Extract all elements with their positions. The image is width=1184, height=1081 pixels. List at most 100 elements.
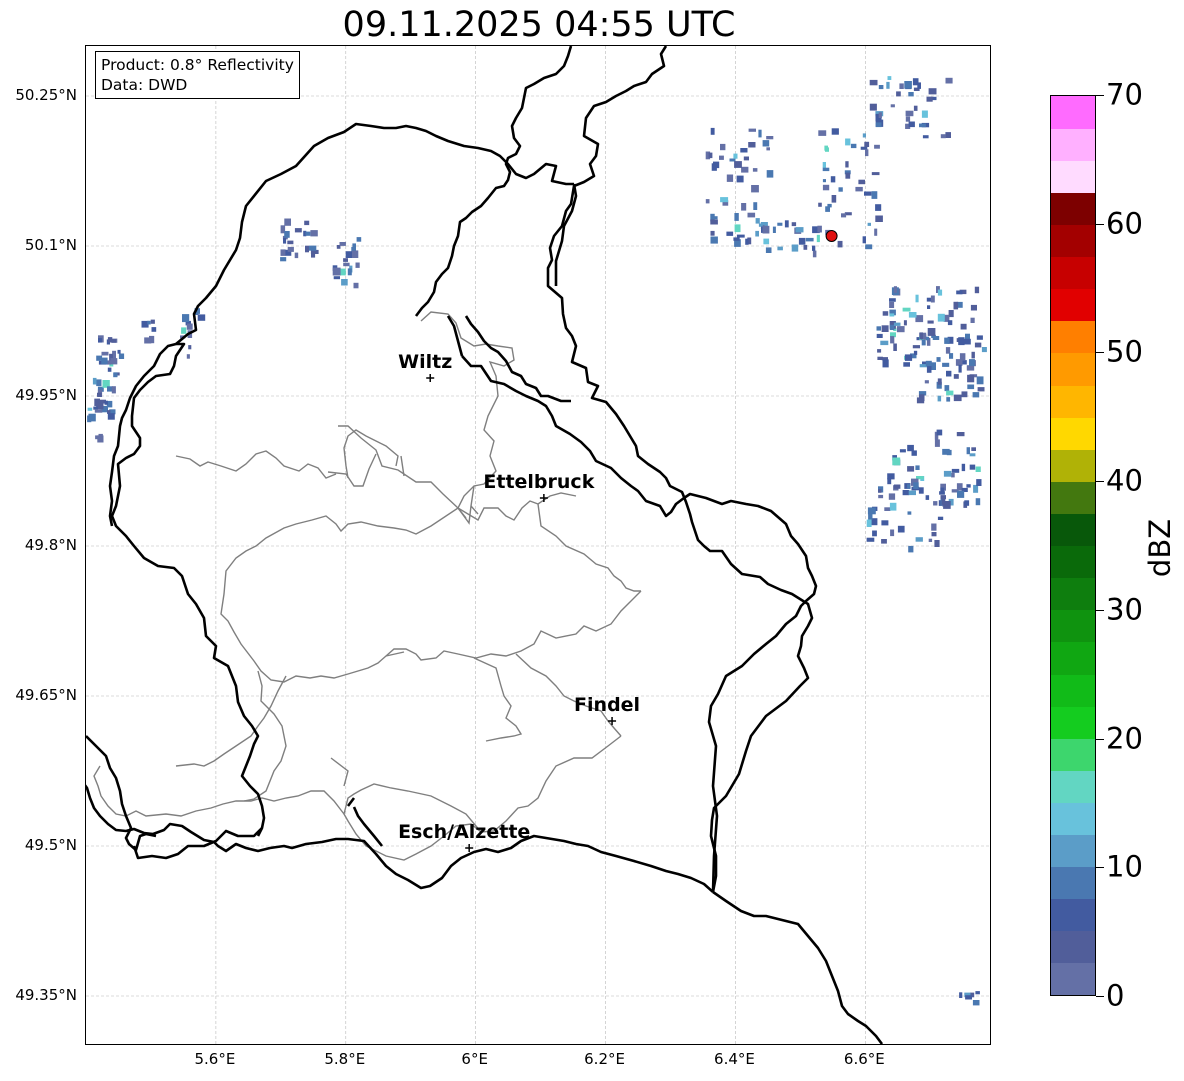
radar-echo-pixel (758, 223, 763, 227)
city-marker: Ettelbruck (483, 471, 595, 502)
radar-echo-pixel (918, 487, 924, 494)
colorbar-tick-label: 10 (1106, 849, 1143, 884)
radar-echo-pixel (283, 237, 287, 244)
radar-echo-pixel (118, 353, 125, 359)
city-label: Ettelbruck (483, 471, 594, 493)
radar-echo-pixel (949, 353, 954, 359)
radar-echo-pixel (887, 76, 892, 80)
radar-echo-pixel (946, 390, 954, 396)
radar-echo-pixel (710, 230, 715, 236)
radar-echo-pixel (733, 153, 738, 159)
radar-echo-pixel (943, 501, 951, 509)
radar-echo-pixel (915, 315, 924, 323)
radar-echo-pixel (762, 225, 770, 234)
city-marker: Wiltz (398, 351, 452, 382)
radar-echo-pixel (913, 105, 918, 111)
radar-echo-pixel (905, 110, 914, 117)
radar-echo-pixel (862, 236, 866, 244)
radar-map[interactable]: Wiltz Ettelbruck Findel Esch/Alzette (85, 45, 991, 1045)
radar-echo-pixel (930, 295, 935, 303)
radar-echo-pixel (805, 237, 814, 242)
city-markers: Wiltz Ettelbruck Findel Esch/Alzette (398, 351, 640, 852)
radar-echo-pixel (893, 286, 897, 293)
radar-echo-pixel (943, 470, 952, 477)
radar-echo-pixel (110, 358, 118, 365)
colorbar-segment (1051, 128, 1095, 161)
colorbar-tick-label: 0 (1106, 978, 1125, 1013)
radar-echo-pixel (975, 991, 980, 995)
radar-echo-pixel (830, 176, 836, 183)
radar-echo-pixel (945, 347, 951, 354)
radar-echo-pixel (882, 311, 889, 316)
radar-echo-pixel (975, 498, 981, 506)
radar-echo-pixel (284, 218, 291, 226)
radar-echo-pixel (347, 268, 352, 276)
radar-echo-pixel (931, 523, 937, 531)
radar-echo-pixel (98, 433, 103, 439)
colorbar-segment (1051, 738, 1095, 771)
radar-echo-pixel (798, 237, 806, 245)
radar-echo-pixel (734, 224, 741, 233)
colorbar-segment (1051, 962, 1095, 995)
radar-echo-pixel (356, 237, 362, 242)
radar-echo-pixel (736, 234, 745, 238)
colorbar-segment (1051, 866, 1095, 900)
radar-echo-pixel (881, 520, 889, 526)
radar-echo-pixel (864, 141, 870, 147)
radar-echo-pixel (855, 186, 863, 192)
radar-echo-pixel (904, 81, 912, 89)
radar-echo-pixel (710, 219, 718, 225)
radar-echo-pixel (945, 132, 951, 138)
radar-echo-pixel (911, 450, 917, 456)
colorbar-segment (1051, 224, 1095, 258)
radar-echo-pixel (845, 161, 849, 168)
radar-echo-pixel (974, 342, 982, 348)
radar-echo-pixel (287, 246, 294, 252)
radar-echo-pixel (753, 202, 758, 210)
radar-echo-pixel (795, 227, 804, 233)
radar-echo-pixel (925, 360, 932, 367)
radar-echo-pixel (92, 377, 97, 385)
radar-echo-pixel (964, 500, 970, 506)
lat-label: 50.1°N (24, 236, 77, 254)
radar-echo-pixel (353, 282, 359, 289)
radar-echo-pixel (940, 134, 946, 139)
radar-echo-pixel (972, 1000, 980, 1006)
radar-echo-pixel (956, 432, 965, 437)
radar-echo-pixel (889, 313, 895, 317)
colorbar-tick-label: 70 (1106, 77, 1143, 112)
radar-echo-pixel (944, 337, 950, 344)
radar-echo-pixel (875, 215, 883, 222)
lon-label: 5.6°E (194, 1050, 236, 1068)
radar-echo-pixel (181, 327, 187, 334)
radar-echo-pixel (871, 191, 878, 199)
radar-echo-pixel (971, 447, 976, 451)
lon-label: 5.8°E (324, 1050, 366, 1068)
radar-echo-pixel (916, 397, 925, 404)
radar-echo-pixel (902, 307, 911, 312)
radar-echo-pixel (186, 323, 193, 330)
radar-echo-pixel (908, 92, 914, 97)
radar-echo-pixel (151, 327, 157, 332)
radar-echo-pixel (818, 130, 827, 136)
radar-echo-pixel (763, 238, 770, 245)
radar-echo-pixel (946, 397, 951, 402)
radar-echo-pixel (875, 204, 882, 211)
radar-echo-pixel (287, 240, 294, 245)
radar-echo-pixel (343, 258, 348, 262)
radar-echo-pixel (958, 364, 962, 373)
radar-echo-pixel (886, 81, 890, 89)
radar-echo-pixel (937, 378, 942, 385)
radar-echo-pixel (864, 191, 872, 196)
radar-echo-pixel (96, 379, 102, 387)
radar-echo-pixel (777, 246, 783, 251)
radar-echo-pixel (934, 540, 940, 547)
lat-label: 49.65°N (15, 686, 77, 704)
radar-echo-pixel (822, 162, 826, 168)
radar-echo-pixel (878, 112, 882, 118)
radar-echo-pixel (921, 110, 928, 118)
radar-echo-pixel (812, 245, 816, 251)
lat-label: 49.8°N (24, 536, 77, 554)
radar-echo-pixel (868, 513, 873, 520)
radar-echo-pixel (182, 314, 190, 323)
